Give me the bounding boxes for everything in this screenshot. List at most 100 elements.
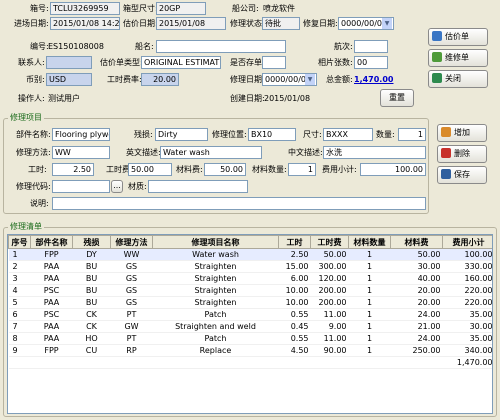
company-label: 船公司:: [232, 4, 259, 13]
table-cell: WW: [110, 248, 153, 261]
table-cell: PAA: [30, 296, 73, 309]
table-row[interactable]: 8 PAA HO PT Patch 0.55 11.00 1 24.00 35.00: [8, 332, 492, 345]
method-input[interactable]: WW: [52, 146, 110, 159]
table-cell: 250.00: [390, 344, 443, 357]
repair-status-field[interactable]: 待批: [262, 17, 300, 30]
table-cell: 1: [348, 320, 391, 333]
footer-empty-cell: [8, 356, 31, 369]
material-cost-input[interactable]: 50.00: [204, 163, 246, 176]
estimate-type-field[interactable]: ORIGINAL ESTIMATE: [141, 56, 221, 69]
close-button[interactable]: 关闭: [428, 70, 488, 88]
operator-label: 操作人:: [18, 94, 45, 103]
column-header[interactable]: 材料数量: [348, 235, 391, 249]
table-row[interactable]: 2 PAA BU GS Straighten 15.00 300.00 1 30.00 330.0…: [8, 260, 492, 273]
repair-sheet-button[interactable]: 维修单: [428, 49, 488, 67]
table-row[interactable]: 6 PSC CK PT Patch 0.55 11.00 1 24.00 35.00: [8, 308, 492, 321]
table-cell: Water wash: [152, 248, 279, 261]
table-cell: DY: [72, 248, 111, 261]
footer-empty-cell: [152, 356, 279, 369]
column-header[interactable]: 修理方法: [110, 235, 153, 249]
column-header[interactable]: 部件名称: [30, 235, 73, 249]
document-icon: [432, 31, 442, 41]
operator-value: 测试用户: [48, 94, 80, 103]
estimate-sheet-button[interactable]: 估价单: [428, 28, 488, 46]
cn-desc-input[interactable]: 水洗: [323, 146, 426, 159]
size-label: 箱型尺寸:: [123, 4, 158, 13]
labor-cost-input[interactable]: 50.00: [128, 163, 172, 176]
repair-code-browse-button[interactable]: ...: [111, 180, 123, 193]
table-cell: 35.00: [442, 308, 492, 321]
footer-empty-cell: [30, 356, 73, 369]
table-cell: 1: [348, 260, 391, 273]
labor-rate-input[interactable]: 20.00: [141, 73, 179, 86]
column-header[interactable]: 修理项目名称: [152, 235, 279, 249]
photo-count-input[interactable]: 00: [354, 56, 388, 69]
column-header[interactable]: 序号: [8, 235, 31, 249]
reset-button[interactable]: 重置: [380, 89, 414, 107]
container-no-field[interactable]: TCLU3269959: [50, 2, 120, 15]
total-amount-link[interactable]: 1,470.00: [354, 74, 393, 86]
entry-date-field[interactable]: 2015/01/08 14:26: [50, 17, 120, 30]
table-cell: PT: [110, 332, 153, 345]
table-cell: 2.50: [278, 248, 311, 261]
table-row[interactable]: 7 PAA CK GW Straighten and weld 0.45 9.00 1 21.0…: [8, 320, 492, 333]
column-header[interactable]: 费用小计: [442, 235, 492, 249]
save-item-button[interactable]: 保存: [437, 166, 487, 184]
material-input[interactable]: [148, 180, 248, 193]
size-field[interactable]: 20GP: [156, 2, 206, 15]
repair-date2-select[interactable]: 0000/00/00: [262, 73, 317, 86]
table-cell: GW: [110, 320, 153, 333]
delete-item-button[interactable]: 删除: [437, 145, 487, 163]
part-name-input[interactable]: Flooring plywoo: [52, 128, 110, 141]
voyage-input[interactable]: [354, 40, 388, 53]
table-row[interactable]: 4 PSC BU GS Straighten 10.00 200.00 1 20.00 220.0…: [8, 284, 492, 297]
table-row[interactable]: 5 PAA BU GS Straighten 10.00 200.00 1 20.00 220.0…: [8, 296, 492, 309]
add-item-button[interactable]: 增加: [437, 124, 487, 142]
subtotal-input[interactable]: 100.00: [360, 163, 426, 176]
repair-list-grid[interactable]: 序号 部件名称 残损 修理方法 修理项目名称 工时 工时费 材料数量 材料费 费用小计 1 FPP D…: [7, 234, 493, 414]
repair-date-select[interactable]: 0000/00/00: [338, 17, 394, 30]
currency-input[interactable]: USD: [46, 73, 92, 86]
in-stock-input[interactable]: [262, 56, 286, 69]
no-label: 编号:: [30, 42, 49, 51]
labor-hours-input[interactable]: 2.50: [52, 163, 94, 176]
column-header[interactable]: 工时费: [310, 235, 349, 249]
table-cell: GS: [110, 284, 153, 297]
estimate-date-field[interactable]: 2015/01/08: [156, 17, 226, 30]
voyage-label: 航次:: [334, 42, 353, 51]
repair-date-label: 修复日期:: [303, 19, 338, 28]
column-header[interactable]: 工时: [278, 235, 311, 249]
table-cell: HO: [72, 332, 111, 345]
table-row[interactable]: 9 FPP CU RP Replace 4.50 90.00 1 250.00 340.00: [8, 344, 492, 357]
no-value: ES150108008: [48, 42, 104, 51]
footer-empty-cell: [110, 356, 153, 369]
table-cell: 30.00: [390, 260, 443, 273]
table-cell: 100.00: [442, 248, 492, 261]
en-desc-input[interactable]: Water wash: [160, 146, 262, 159]
column-header[interactable]: 残损: [72, 235, 111, 249]
table-cell: 50.00: [390, 248, 443, 261]
repair-code-input[interactable]: [52, 180, 110, 193]
table-cell: 11.00: [310, 308, 349, 321]
table-cell: FPP: [30, 344, 73, 357]
table-cell: 220.00: [442, 284, 492, 297]
location-input[interactable]: BX10: [248, 128, 296, 141]
table-cell: Replace: [152, 344, 279, 357]
column-header[interactable]: 材料费: [390, 235, 443, 249]
table-row[interactable]: 3 PAA BU GS Straighten 6.00 120.00 1 40.00 160.00: [8, 272, 492, 285]
wrench-icon: [432, 52, 442, 62]
remark-input[interactable]: [52, 197, 426, 210]
table-row[interactable]: 1 FPP DY WW Water wash 2.50 50.00 1 50.00 100.00: [8, 248, 492, 261]
contact-input[interactable]: [46, 56, 92, 69]
delete-item-label: 删除: [454, 149, 470, 158]
quantity-input[interactable]: 1: [398, 128, 426, 141]
en-desc-label: 英文描述:: [126, 148, 161, 157]
damage-input[interactable]: Dirty: [155, 128, 208, 141]
table-cell: 0.55: [278, 332, 311, 345]
created-date-label: 创建日期:: [230, 94, 265, 103]
vessel-input[interactable]: [156, 40, 286, 53]
table-cell: BU: [72, 284, 111, 297]
dimension-input[interactable]: BXXX: [323, 128, 373, 141]
material-qty-input[interactable]: 1: [288, 163, 316, 176]
footer-empty-cell: [390, 356, 443, 369]
